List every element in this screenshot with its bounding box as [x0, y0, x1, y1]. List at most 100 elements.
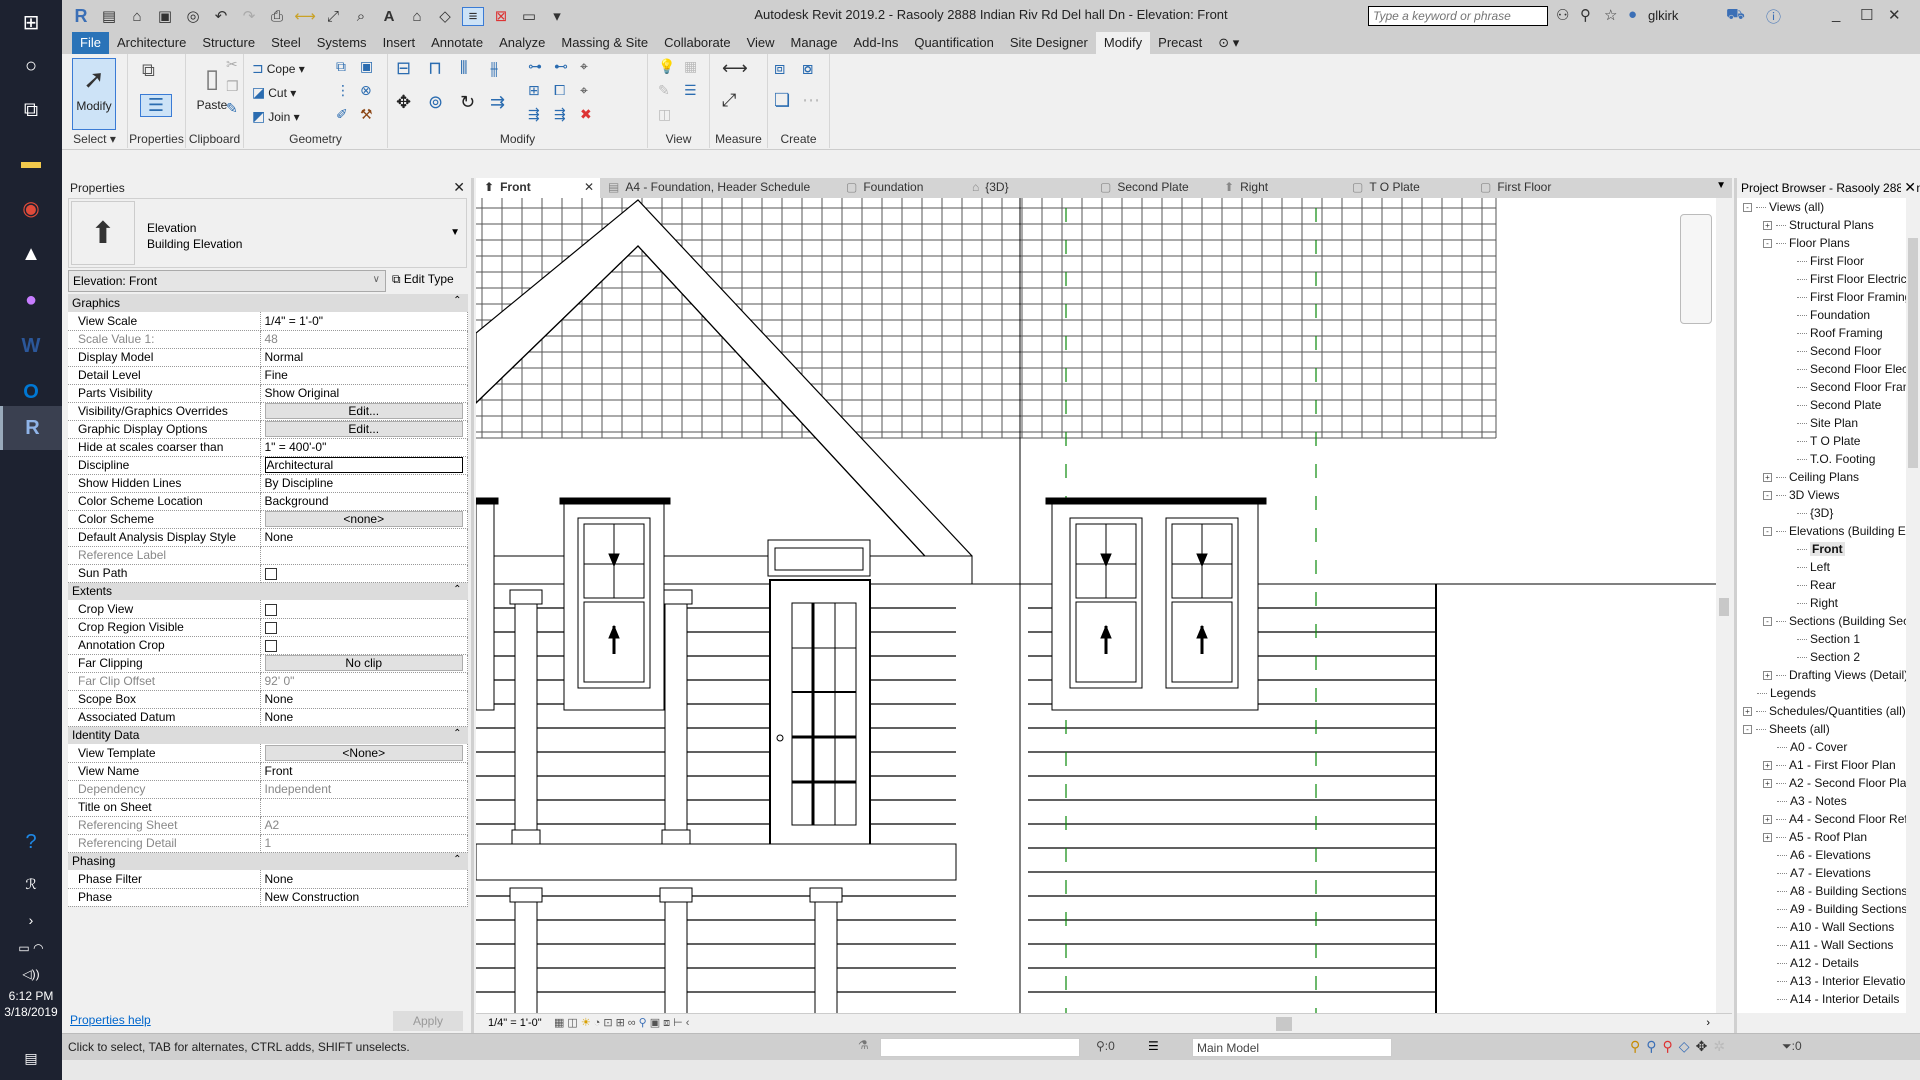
demolish-icon[interactable]: ⊗: [360, 82, 372, 99]
value-text[interactable]: Background: [265, 494, 329, 508]
unpin-icon[interactable]: ⌖: [580, 58, 588, 75]
hide-icon[interactable]: ▦: [684, 58, 697, 75]
tab-structure[interactable]: Structure: [194, 32, 263, 54]
value-button[interactable]: Edit...: [264, 421, 463, 437]
collapse-icon[interactable]: -: [1743, 725, 1752, 735]
3d-view-icon[interactable]: ⌂: [406, 8, 428, 25]
align-icon[interactable]: ⊟: [396, 58, 411, 79]
type-properties-icon[interactable]: ⧉: [142, 60, 155, 81]
type-selector[interactable]: ⬆ Elevation Building Elevation ▼: [68, 198, 467, 268]
tree-item[interactable]: A6 - Elevations: [1737, 846, 1909, 864]
revit-icon[interactable]: R: [0, 406, 62, 450]
tab-3d[interactable]: ⌂ {3D}: [964, 178, 1092, 198]
mirror-pick-axis-icon[interactable]: ⫴: [460, 58, 468, 79]
file-explorer-icon[interactable]: ▬: [0, 140, 62, 184]
split-gap-icon[interactable]: ⊷: [554, 58, 568, 75]
checkbox[interactable]: [264, 567, 277, 580]
properties-icon[interactable]: ☰: [140, 94, 172, 117]
tree-item[interactable]: + A4 - Second Floor Reflected Ceiling Pla…: [1737, 810, 1909, 828]
collapse-icon[interactable]: ⌃: [453, 728, 461, 739]
value-text[interactable]: Show Original: [265, 386, 340, 400]
section-phasing[interactable]: Phasing ⌃: [68, 852, 468, 870]
value-text[interactable]: New Construction: [265, 890, 360, 904]
cope-button[interactable]: ⊐ Cope ▾: [252, 60, 305, 77]
property-value[interactable]: By Discipline: [260, 474, 468, 493]
value-text[interactable]: 1/4" = 1'-0": [265, 314, 324, 328]
sync-icon[interactable]: ◎: [182, 7, 204, 25]
tree-item[interactable]: {3D}: [1737, 504, 1909, 522]
value-text[interactable]: None: [265, 692, 294, 706]
switch-windows-icon[interactable]: ▭: [518, 7, 540, 25]
tree-item[interactable]: - 3D Views: [1737, 486, 1909, 504]
pin-icon[interactable]: ⌖: [580, 82, 588, 99]
tab-file[interactable]: File: [72, 32, 109, 54]
tab-add-ins[interactable]: Add-Ins: [846, 32, 907, 54]
tab-view[interactable]: View: [739, 32, 783, 54]
split-element-icon[interactable]: ⊶: [528, 58, 542, 75]
horizontal-scroll-thumb[interactable]: [1276, 1017, 1292, 1031]
temporary-hide-icon[interactable]: ∞: [628, 1017, 639, 1029]
value-text[interactable]: Normal: [265, 350, 304, 364]
hide-element-icon[interactable]: ◫: [658, 106, 671, 123]
thin-lines-icon[interactable]: ≡: [462, 6, 484, 26]
tab-precast[interactable]: Precast: [1150, 32, 1210, 54]
scroll-right-icon[interactable]: ›: [1706, 1017, 1710, 1029]
section-header[interactable]: Graphics ⌃: [68, 294, 468, 312]
tree-item[interactable]: + A1 - First Floor Plan: [1737, 756, 1909, 774]
tree-item[interactable]: A11 - Wall Sections: [1737, 936, 1909, 954]
tree-item[interactable]: Foundation: [1737, 306, 1909, 324]
shadows-icon[interactable]: ◔: [594, 1017, 604, 1029]
trim-extend-icon[interactable]: ⇉: [490, 92, 505, 113]
property-value[interactable]: [260, 564, 468, 583]
filter-view-icon[interactable]: ☰: [684, 82, 697, 99]
property-value[interactable]: None: [260, 528, 468, 547]
chrome-icon[interactable]: ◉: [0, 186, 62, 230]
section-icon[interactable]: ◇: [434, 7, 456, 25]
contextual-toggle-icon[interactable]: ⊙ ▾: [1210, 32, 1247, 54]
tree-item[interactable]: + A2 - Second Floor Plan: [1737, 774, 1909, 792]
override-graphics-icon[interactable]: 💡: [658, 58, 675, 75]
trim-single-icon[interactable]: ⇶: [554, 106, 566, 123]
tab-overflow-icon[interactable]: ▼: [1716, 180, 1726, 191]
expand-icon[interactable]: +: [1763, 779, 1772, 789]
tab-to-plate[interactable]: ▢ T O Plate: [1344, 178, 1472, 198]
value-button[interactable]: No clip: [264, 655, 463, 671]
lock-3d-icon[interactable]: ▣: [650, 1017, 663, 1029]
tree-item[interactable]: Front: [1737, 540, 1909, 558]
trim-multiple-icon[interactable]: ⇶: [528, 106, 540, 123]
property-value[interactable]: None: [260, 870, 468, 889]
close-hidden-icon[interactable]: ⊠: [490, 7, 512, 25]
customize-icon[interactable]: ▾: [546, 7, 568, 25]
tree-item[interactable]: T.O. Footing: [1737, 450, 1909, 468]
value-button[interactable]: Edit...: [264, 403, 463, 419]
collapse-icon[interactable]: ⌃: [453, 295, 461, 306]
save-icon[interactable]: ▣: [154, 7, 176, 25]
tab-front[interactable]: ⬆ Front ✕: [476, 178, 600, 198]
select-pinned-icon[interactable]: ⚲: [1663, 1038, 1679, 1054]
aligned-dimension-icon[interactable]: ⤢: [722, 90, 736, 111]
analytical-model-icon[interactable]: ⧈: [663, 1017, 673, 1029]
collapse-icon[interactable]: ⌃: [453, 854, 461, 865]
section-graphics[interactable]: Graphics ⌃: [68, 294, 468, 312]
collapse-icon[interactable]: -: [1763, 617, 1772, 627]
value-button[interactable]: <none>: [264, 511, 463, 527]
property-value[interactable]: None: [260, 708, 468, 727]
collapse-icon[interactable]: -: [1763, 239, 1772, 249]
minimize-icon[interactable]: _: [1832, 6, 1840, 23]
property-value[interactable]: [260, 600, 468, 619]
star-icon[interactable]: ☆: [1604, 6, 1617, 24]
tree-item[interactable]: - Elevations (Building Elevation): [1737, 522, 1909, 540]
value-text[interactable]: 1" = 400'-0": [265, 440, 327, 454]
print-icon[interactable]: ⎙: [266, 8, 288, 25]
search-input[interactable]: [1368, 6, 1548, 26]
word-icon[interactable]: W: [0, 324, 62, 368]
offset-icon[interactable]: ⊓: [428, 58, 442, 79]
measure-icon[interactable]: ⟷: [294, 7, 316, 25]
tab-architecture[interactable]: Architecture: [109, 32, 194, 54]
constraints-icon[interactable]: ⊢: [673, 1017, 686, 1029]
edit-type-button[interactable]: ⧉ Edit Type: [392, 272, 454, 287]
tree-item[interactable]: Second Floor: [1737, 342, 1909, 360]
binoculars-icon[interactable]: ⚇: [1556, 6, 1569, 24]
property-value[interactable]: 1" = 400'-0": [260, 438, 468, 457]
split-face-icon[interactable]: ▣: [360, 58, 373, 75]
